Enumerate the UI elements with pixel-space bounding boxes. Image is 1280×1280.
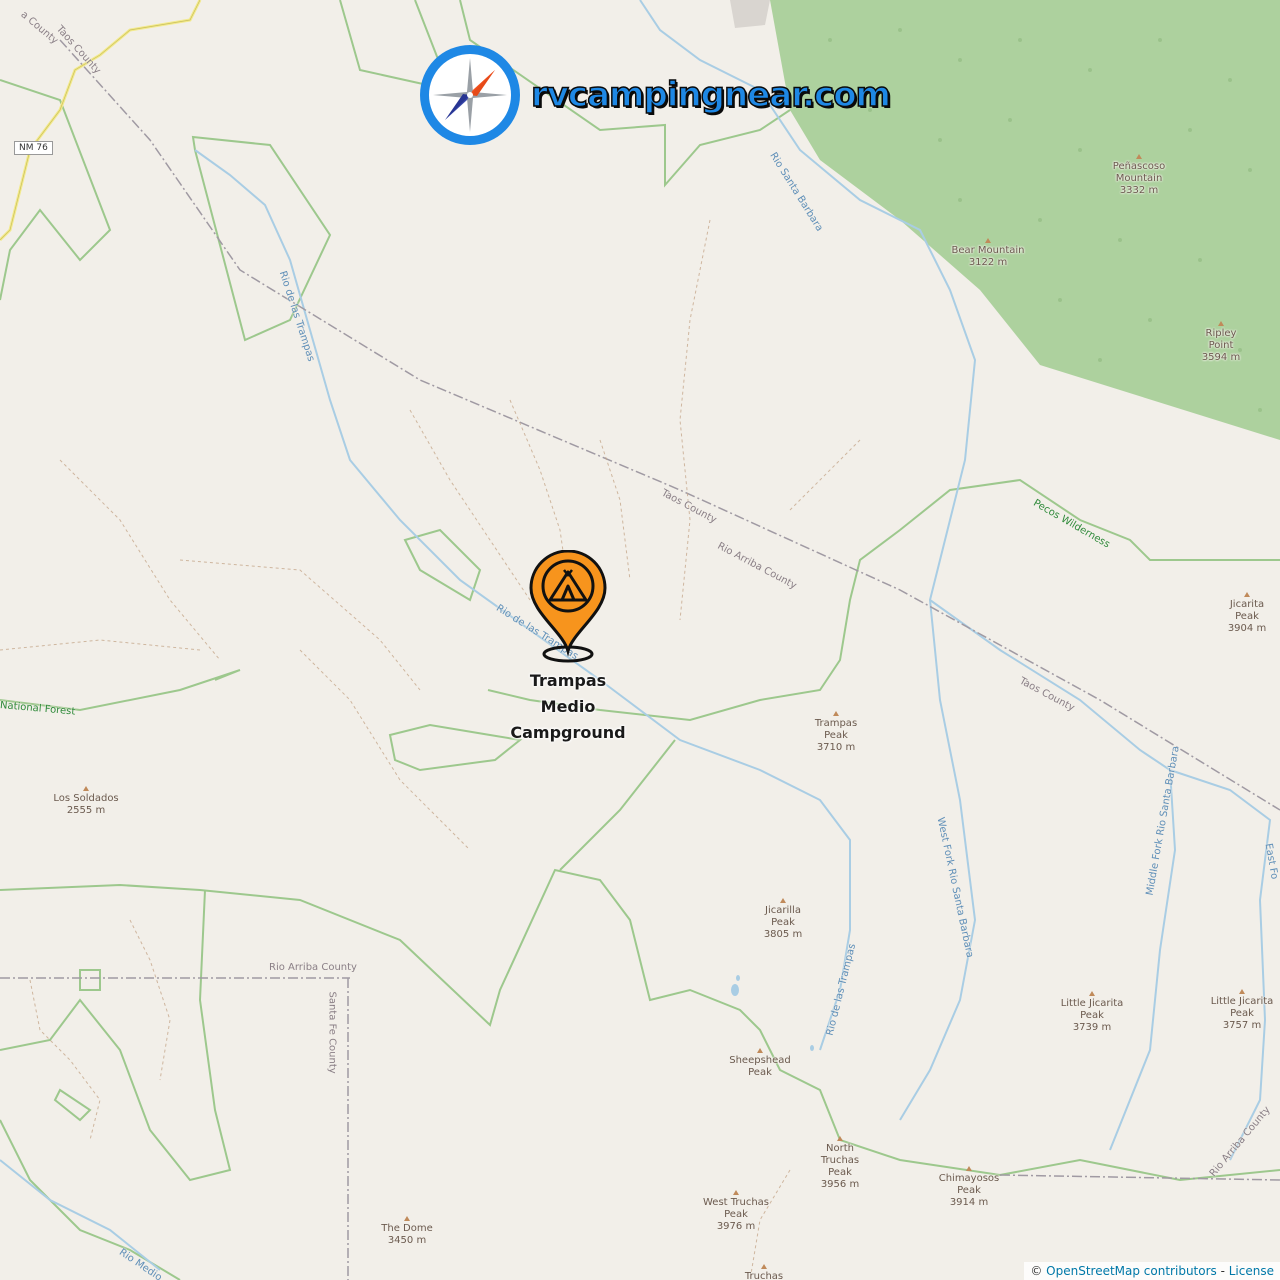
peak-jicarita: Jicarita Peak 3904 m: [1222, 592, 1272, 635]
site-logo[interactable]: rvcampingnear.com: [415, 40, 892, 150]
peak-icon: [404, 1216, 410, 1221]
license-link[interactable]: License: [1229, 1264, 1274, 1278]
peak-ripley-point: Ripley Point 3594 m: [1196, 321, 1246, 364]
peak-the-dome: The Dome 3450 m: [377, 1216, 437, 1247]
peak-truchas: Truchas: [738, 1264, 790, 1280]
peak-icon: [1136, 154, 1142, 159]
peak-north-truchas: North Truchas Peak 3956 m: [814, 1136, 866, 1191]
peak-bear-mountain: Bear Mountain 3122 m: [948, 238, 1028, 269]
peak-icon: [761, 1264, 767, 1269]
peak-icon: [833, 711, 839, 716]
peak-icon: [837, 1136, 843, 1141]
peak-sheepshead: Sheepshead Peak: [726, 1048, 794, 1079]
peak-jicarilla: Jicarilla Peak 3805 m: [757, 898, 809, 941]
peak-icon: [1244, 592, 1250, 597]
label-rio-arriba-2: Rio Arriba County: [269, 962, 357, 973]
map-canvas[interactable]: a County Taos County Rio Santa Barbara R…: [0, 0, 1280, 1280]
road-shield-nm76: NM 76: [14, 141, 53, 155]
peak-icon: [966, 1166, 972, 1171]
peak-icon: [83, 786, 89, 791]
peak-icon: [757, 1048, 763, 1053]
peak-los-soldados: Los Soldados 2555 m: [50, 786, 122, 817]
peak-chimayosos: Chimayosos Peak 3914 m: [934, 1166, 1004, 1209]
peak-penascoso: Peñascoso Mountain 3332 m: [1108, 154, 1170, 197]
logo-text: rvcampingnear.com: [530, 74, 891, 116]
peak-little-jicarita-2: Little Jicarita Peak 3757 m: [1206, 989, 1278, 1032]
peak-icon: [985, 238, 991, 243]
peak-icon: [1239, 989, 1245, 994]
peak-trampas: Trampas Peak 3710 m: [811, 711, 861, 754]
peak-west-truchas: West Truchas Peak 3976 m: [700, 1190, 772, 1233]
tent-pin-icon[interactable]: [528, 550, 608, 665]
map-base-layer: [0, 0, 1280, 1280]
osm-attribution-link[interactable]: OpenStreetMap contributors: [1046, 1264, 1217, 1278]
town-area: [730, 0, 770, 28]
label-santa-fe-county: Santa Fe County: [326, 991, 338, 1074]
peak-icon: [1218, 321, 1224, 326]
campground-label[interactable]: Trampas Medio Campground: [498, 668, 638, 746]
map-attribution: © OpenStreetMap contributors - License: [1024, 1262, 1280, 1280]
peak-icon: [780, 898, 786, 903]
peak-icon: [1089, 991, 1095, 996]
peak-little-jicarita-1: Little Jicarita Peak 3739 m: [1056, 991, 1128, 1034]
peak-icon: [733, 1190, 739, 1195]
trails: [0, 219, 861, 1280]
compass-icon: [420, 45, 520, 145]
